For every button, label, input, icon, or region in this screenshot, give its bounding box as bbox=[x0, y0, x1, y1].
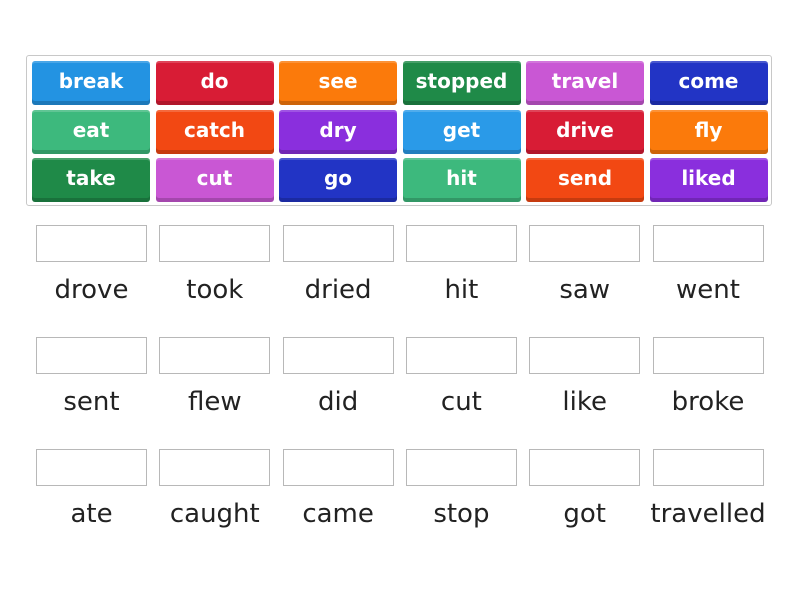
word-tile[interactable]: send bbox=[526, 158, 644, 202]
word-tile[interactable]: do bbox=[155, 61, 274, 105]
word-tile[interactable]: fly bbox=[649, 109, 768, 154]
word-tile[interactable]: come bbox=[649, 61, 768, 105]
drop-slot[interactable] bbox=[529, 449, 641, 486]
target-label: caught bbox=[169, 499, 260, 529]
target-label: flew bbox=[187, 387, 242, 417]
drop-slot[interactable] bbox=[529, 225, 641, 262]
word-tile[interactable]: go bbox=[279, 158, 397, 202]
target-label: did bbox=[317, 387, 359, 417]
word-tile[interactable]: drive bbox=[526, 109, 644, 154]
word-tile[interactable]: catch bbox=[155, 109, 274, 154]
drop-slot[interactable] bbox=[652, 337, 764, 374]
word-tile[interactable]: hit bbox=[402, 158, 521, 202]
drop-slot[interactable] bbox=[652, 225, 764, 262]
drop-slot[interactable] bbox=[36, 449, 147, 486]
target-label: hit bbox=[444, 275, 479, 305]
target-label: like bbox=[562, 387, 607, 417]
word-tile[interactable]: liked bbox=[649, 158, 768, 202]
word-tile[interactable]: break bbox=[32, 61, 150, 105]
target-label: cut bbox=[440, 387, 482, 417]
drop-slot[interactable] bbox=[652, 449, 764, 486]
word-tile[interactable]: travel bbox=[526, 61, 644, 105]
drop-slot[interactable] bbox=[159, 225, 271, 262]
target-label: drove bbox=[54, 275, 129, 305]
word-tile[interactable]: dry bbox=[279, 109, 397, 154]
target-label: travelled bbox=[650, 499, 766, 529]
target-label: ate bbox=[70, 499, 113, 529]
drop-slot[interactable] bbox=[36, 337, 147, 374]
word-tile[interactable]: stopped bbox=[402, 61, 521, 105]
word-tile[interactable]: get bbox=[402, 109, 521, 154]
word-tile[interactable]: eat bbox=[32, 109, 150, 154]
target-label: sent bbox=[63, 387, 120, 417]
target-label: stop bbox=[433, 499, 490, 529]
drop-slot[interactable] bbox=[529, 337, 641, 374]
drop-slot[interactable] bbox=[282, 225, 394, 262]
drop-slot[interactable] bbox=[405, 449, 517, 486]
drop-slot[interactable] bbox=[405, 225, 517, 262]
drop-slot[interactable] bbox=[159, 449, 271, 486]
word-tile[interactable]: take bbox=[32, 158, 150, 202]
drop-slot[interactable] bbox=[282, 337, 394, 374]
target-label: saw bbox=[559, 275, 611, 305]
target-label: came bbox=[302, 499, 374, 529]
word-tile[interactable]: cut bbox=[155, 158, 274, 202]
target-label: went bbox=[676, 275, 740, 305]
target-label: broke bbox=[671, 387, 745, 417]
word-tile[interactable]: see bbox=[279, 61, 397, 105]
target-label: took bbox=[186, 275, 244, 305]
target-label: got bbox=[563, 499, 606, 529]
drop-slot[interactable] bbox=[282, 449, 394, 486]
drop-slot[interactable] bbox=[405, 337, 517, 374]
target-label: dried bbox=[304, 275, 372, 305]
drop-slot[interactable] bbox=[159, 337, 271, 374]
drop-slot[interactable] bbox=[36, 225, 147, 262]
